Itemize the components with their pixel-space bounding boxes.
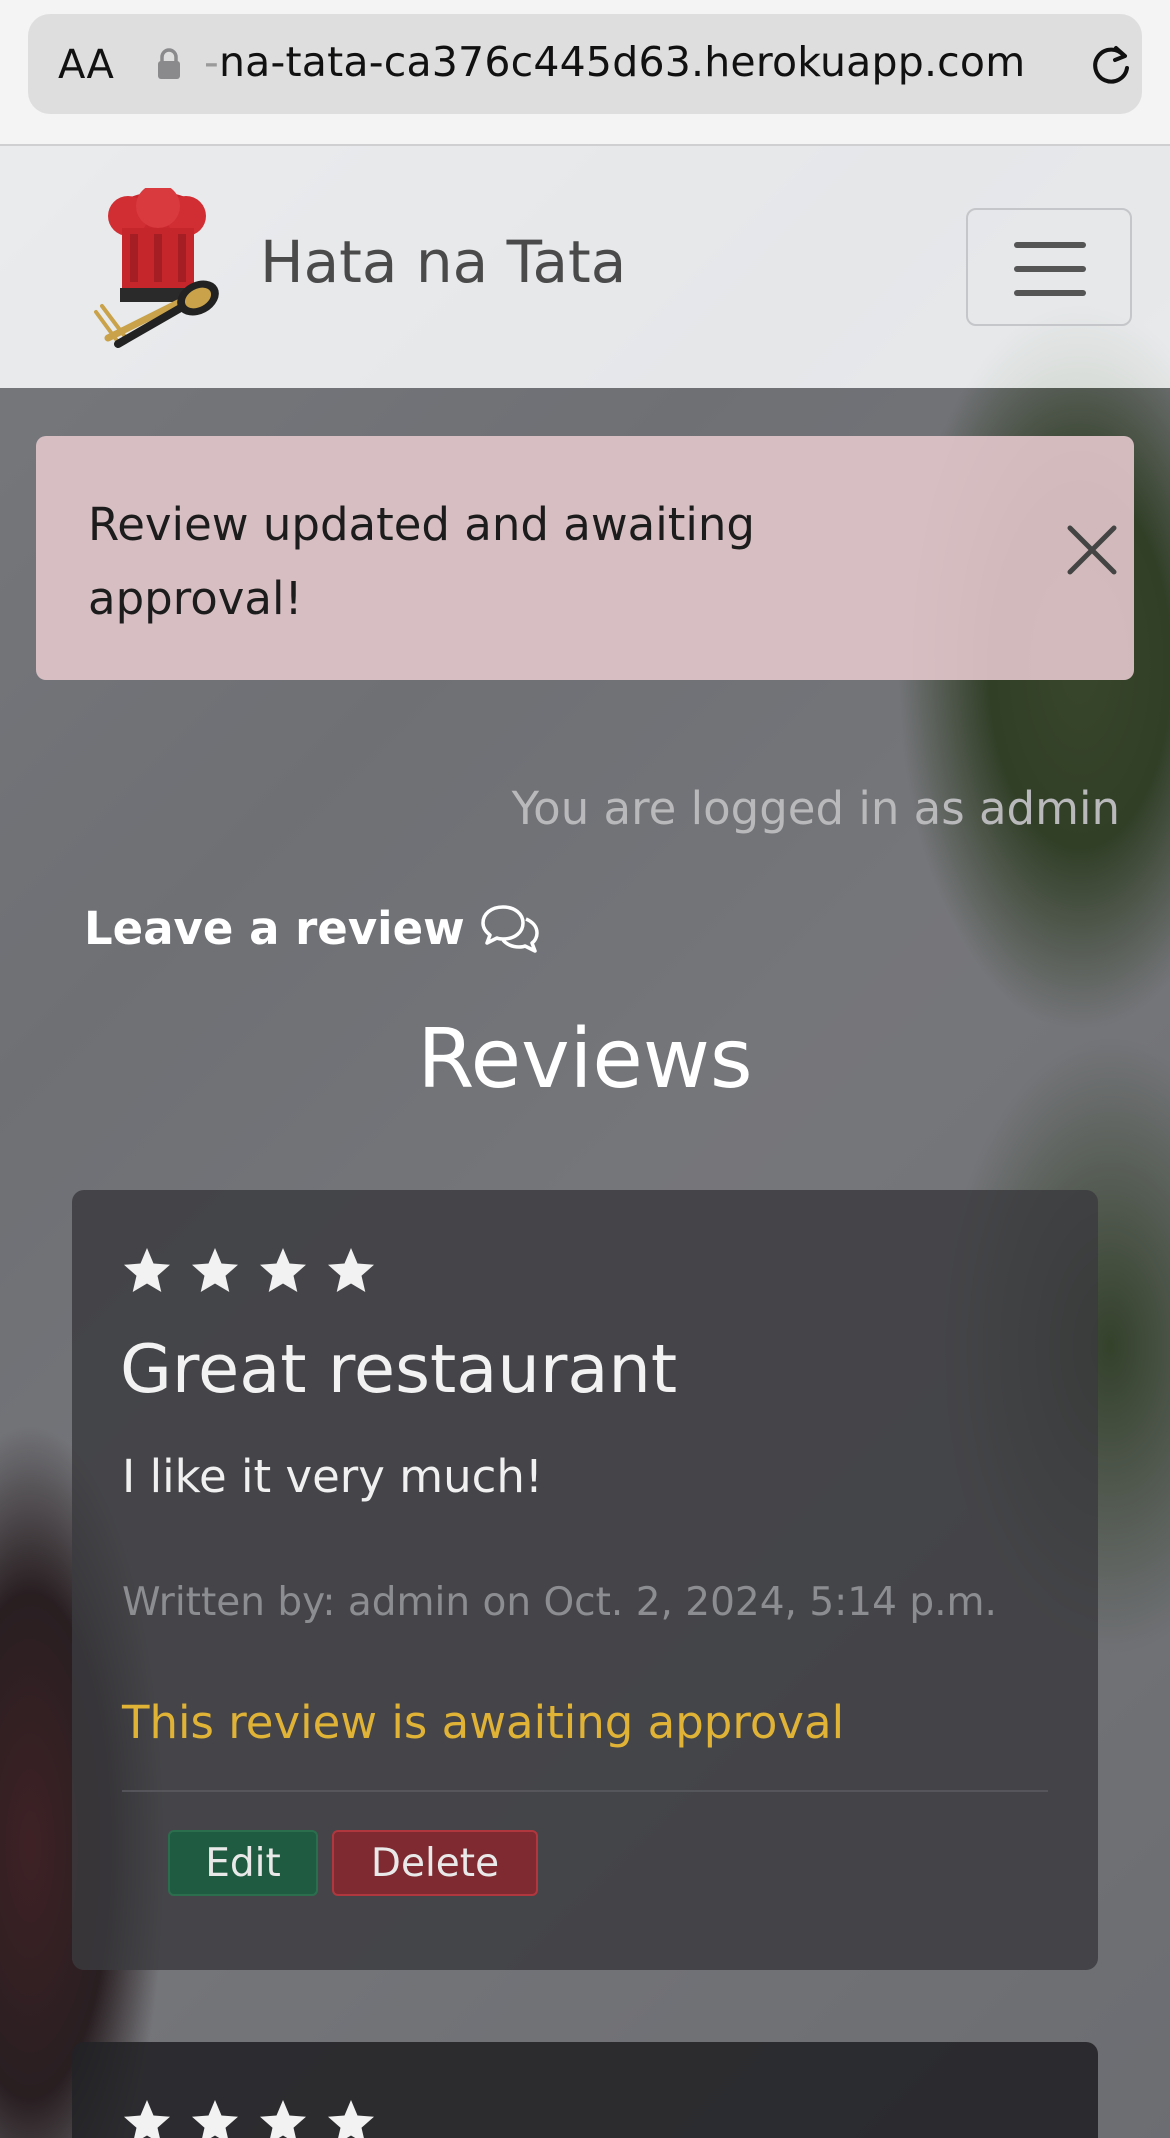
divider <box>122 1790 1048 1792</box>
star-icon <box>328 1248 374 1292</box>
page: Hata na Tata Review updated and awaiting… <box>0 146 1170 2138</box>
hamburger-icon <box>1014 242 1086 248</box>
star-icon <box>328 2100 374 2138</box>
browser-address-bar: AA -na-tata-ca376c445d63.herokuapp.com <box>0 0 1170 146</box>
review-body: I like it very much! <box>122 1450 543 1503</box>
star-icon <box>192 1248 238 1292</box>
review-meta: Written by: admin on Oct. 2, 2024, 5:14 … <box>122 1580 997 1625</box>
star-rating <box>122 1246 376 1296</box>
star-icon <box>124 1248 170 1292</box>
alert-message: Review updated and awaiting approval! <box>36 436 1134 680</box>
delete-button[interactable]: Delete <box>332 1830 538 1896</box>
navbar: Hata na Tata <box>0 146 1170 388</box>
star-rating <box>122 2098 376 2138</box>
leave-review-label: Leave a review <box>84 902 465 955</box>
review-title: Great restaurant <box>120 1330 678 1408</box>
text-size-button[interactable]: AA <box>58 42 114 88</box>
reload-icon[interactable] <box>1088 42 1134 88</box>
star-icon <box>192 2100 238 2138</box>
approval-status: This review is awaiting approval <box>122 1696 845 1749</box>
alert-text: Review updated and awaiting approval! <box>88 498 755 625</box>
star-icon <box>124 2100 170 2138</box>
leave-review-link[interactable]: Leave a review <box>84 902 541 955</box>
brand-name[interactable]: Hata na Tata <box>260 228 626 296</box>
review-card <box>72 2042 1098 2138</box>
url-field[interactable]: AA -na-tata-ca376c445d63.herokuapp.com <box>28 14 1142 114</box>
login-status: You are logged in as admin <box>511 782 1120 835</box>
menu-toggle-button[interactable] <box>966 208 1132 326</box>
star-icon <box>260 1248 306 1292</box>
star-icon <box>260 2100 306 2138</box>
reviews-heading: Reviews <box>417 1012 753 1107</box>
chat-bubbles-icon <box>480 904 539 953</box>
hamburger-icon <box>1014 290 1086 296</box>
edit-button[interactable]: Edit <box>168 1830 318 1896</box>
close-icon[interactable] <box>1066 524 1118 576</box>
hamburger-icon <box>1014 266 1086 272</box>
url-text: -na-tata-ca376c445d63.herokuapp.com <box>204 38 1026 86</box>
chef-hat-logo-icon[interactable] <box>88 188 224 352</box>
lock-icon <box>158 48 180 79</box>
